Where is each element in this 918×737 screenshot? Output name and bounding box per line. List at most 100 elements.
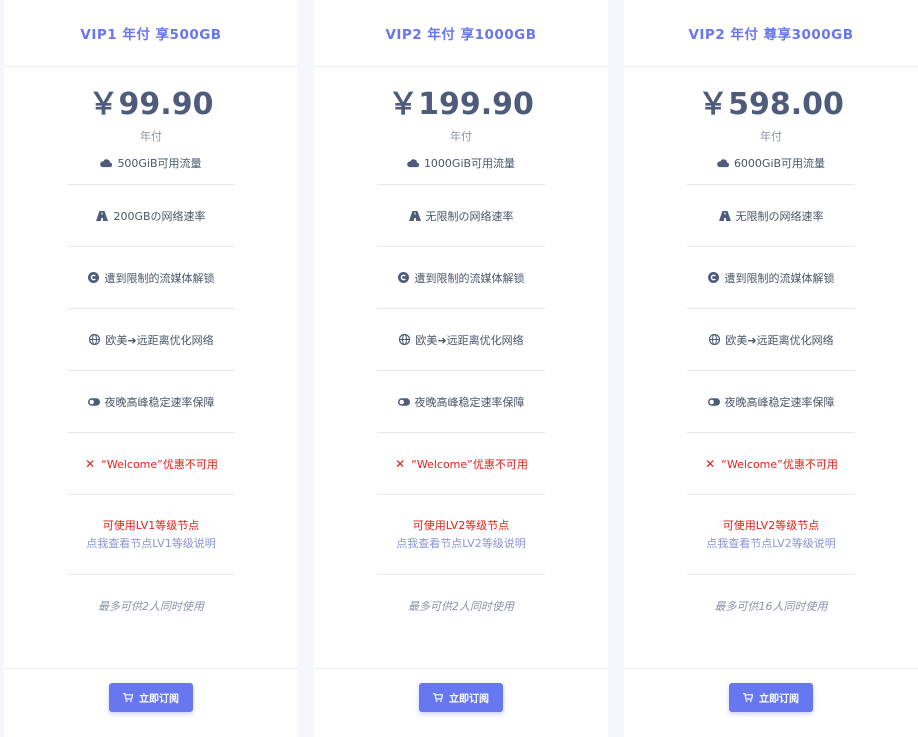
feature-list: 1000GiB可用流量 无限制の网络速率 遭到限制的流媒体解锁 欧美➜远距离优化… <box>377 144 545 637</box>
plan-period: 年付 <box>450 130 472 143</box>
feature-text: 6000GiB可用流量 <box>733 157 826 170</box>
price-block: ￥598.00 年付 <box>624 67 918 144</box>
close-icon: ✕ <box>395 456 406 471</box>
copyright-icon <box>708 272 720 284</box>
plan-card-vip1: VIP1 年付 享500GB ￥99.90 年付 500GiB可用流量 200G… <box>4 0 298 737</box>
feature-list: 500GiB可用流量 200GBの网络速率 遭到限制的流媒体解锁 欧美➜远距离优… <box>67 144 235 637</box>
subscribe-button[interactable]: 立即订阅 <box>729 683 813 712</box>
feature-text: 1000GiB可用流量 <box>423 157 516 170</box>
plan-card-vip2-1000: VIP2 年付 享1000GB ￥199.90 年付 1000GiB可用流量 无… <box>314 0 608 737</box>
feature-text: 遭到限制的流媒体解锁 <box>724 271 835 285</box>
card-footer: 立即订阅 <box>4 668 298 737</box>
feature-traffic: 6000GiB可用流量 <box>687 144 855 185</box>
node-level: 可使用LV2等级节点 <box>722 518 820 532</box>
feature-text: 最多可供16人同时使用 <box>714 600 828 613</box>
plan-price: ￥199.90 <box>388 87 534 122</box>
feature-text: 200GBの网络速率 <box>113 209 206 223</box>
close-icon: ✕ <box>85 456 96 471</box>
close-icon: ✕ <box>705 456 716 471</box>
plan-price: ￥598.00 <box>698 87 844 122</box>
subscribe-label: 立即订阅 <box>759 694 799 705</box>
globe-icon <box>708 334 720 346</box>
plan-period: 年付 <box>140 130 162 143</box>
toggle-icon <box>87 396 100 408</box>
feature-nodes: 可使用LV2等级节点 点我查看节点LV2等级说明 <box>687 495 855 575</box>
node-level: 可使用LV1等级节点 <box>102 518 200 532</box>
price-block: ￥99.90 年付 <box>4 67 298 144</box>
feature-text: 遭到限制的流媒体解锁 <box>104 271 215 285</box>
subscribe-label: 立即订阅 <box>139 694 179 705</box>
card-header: VIP2 年付 尊享3000GB <box>624 0 918 67</box>
feature-coupon: ✕ “Welcome”优惠不可用 <box>67 433 235 495</box>
cart-icon <box>743 693 753 702</box>
node-level-link[interactable]: 点我查看节点LV2等级说明 <box>396 535 525 553</box>
plan-card-vip2-3000: VIP2 年付 尊享3000GB ￥598.00 年付 6000GiB可用流量 … <box>624 0 918 737</box>
globe-icon <box>88 334 100 346</box>
cloud-icon <box>407 157 419 169</box>
card-header: VIP2 年付 享1000GB <box>314 0 608 67</box>
feature-device-limit: 最多可供16人同时使用 <box>687 575 855 637</box>
road-icon <box>718 210 731 222</box>
feature-peak: 夜晚高峰稳定速率保障 <box>377 371 545 433</box>
feature-text: 夜晚高峰稳定速率保障 <box>104 395 215 409</box>
plan-title: VIP2 年付 享1000GB <box>385 27 537 43</box>
feature-streaming: 遭到限制的流媒体解锁 <box>67 247 235 309</box>
toggle-icon <box>397 396 410 408</box>
card-footer: 立即订阅 <box>314 668 608 737</box>
feature-peak: 夜晚高峰稳定速率保障 <box>67 371 235 433</box>
feature-speed: 无限制の网络速率 <box>377 185 545 247</box>
feature-traffic: 1000GiB可用流量 <box>377 144 545 185</box>
plan-period: 年付 <box>760 130 782 143</box>
plan-price: ￥99.90 <box>88 87 214 122</box>
feature-text: 500GiB可用流量 <box>117 157 202 170</box>
feature-coupon: ✕ “Welcome”优惠不可用 <box>687 433 855 495</box>
node-level: 可使用LV2等级节点 <box>412 518 510 532</box>
globe-icon <box>398 334 410 346</box>
feature-device-limit: 最多可供2人同时使用 <box>67 575 235 637</box>
subscribe-button[interactable]: 立即订阅 <box>109 683 193 712</box>
feature-text: 最多可供2人同时使用 <box>98 600 204 613</box>
card-footer: 立即订阅 <box>624 668 918 737</box>
feature-nodes: 可使用LV2等级节点 点我查看节点LV2等级说明 <box>377 495 545 575</box>
feature-device-limit: 最多可供2人同时使用 <box>377 575 545 637</box>
road-icon <box>408 210 421 222</box>
feature-text: “Welcome”优惠不可用 <box>411 457 528 471</box>
feature-text: “Welcome”优惠不可用 <box>101 457 218 471</box>
cloud-icon <box>717 157 729 169</box>
plan-title: VIP2 年付 尊享3000GB <box>688 27 854 43</box>
subscribe-label: 立即订阅 <box>449 694 489 705</box>
feature-text: 欧美➜远距离优化网络 <box>725 333 834 347</box>
road-icon <box>96 210 109 222</box>
feature-text: 无限制の网络速率 <box>425 209 514 223</box>
plan-title: VIP1 年付 享500GB <box>80 27 222 43</box>
toggle-icon <box>707 396 720 408</box>
feature-text: 欧美➜远距离优化网络 <box>105 333 214 347</box>
copyright-icon <box>88 272 100 284</box>
feature-network: 欧美➜远距离优化网络 <box>377 309 545 371</box>
feature-traffic: 500GiB可用流量 <box>67 144 235 185</box>
feature-coupon: ✕ “Welcome”优惠不可用 <box>377 433 545 495</box>
feature-text: 最多可供2人同时使用 <box>408 600 514 613</box>
feature-nodes: 可使用LV1等级节点 点我查看节点LV1等级说明 <box>67 495 235 575</box>
feature-speed: 200GBの网络速率 <box>67 185 235 247</box>
cart-icon <box>123 693 133 702</box>
feature-peak: 夜晚高峰稳定速率保障 <box>687 371 855 433</box>
feature-text: 欧美➜远距离优化网络 <box>415 333 524 347</box>
node-level-link[interactable]: 点我查看节点LV2等级说明 <box>706 535 835 553</box>
cloud-icon <box>100 157 113 169</box>
feature-network: 欧美➜远距离优化网络 <box>687 309 855 371</box>
card-header: VIP1 年付 享500GB <box>4 0 298 67</box>
feature-speed: 无限制の网络速率 <box>687 185 855 247</box>
feature-list: 6000GiB可用流量 无限制の网络速率 遭到限制的流媒体解锁 欧美➜远距离优化… <box>687 144 855 637</box>
feature-streaming: 遭到限制的流媒体解锁 <box>687 247 855 309</box>
feature-text: 无限制の网络速率 <box>735 209 824 223</box>
copyright-icon <box>398 272 410 284</box>
node-level-link[interactable]: 点我查看节点LV1等级说明 <box>86 535 215 553</box>
price-block: ￥199.90 年付 <box>314 67 608 144</box>
feature-streaming: 遭到限制的流媒体解锁 <box>377 247 545 309</box>
feature-text: 遭到限制的流媒体解锁 <box>414 271 525 285</box>
cart-icon <box>433 693 443 702</box>
subscribe-button[interactable]: 立即订阅 <box>419 683 503 712</box>
feature-text: 夜晚高峰稳定速率保障 <box>414 395 525 409</box>
feature-text: “Welcome”优惠不可用 <box>721 457 838 471</box>
